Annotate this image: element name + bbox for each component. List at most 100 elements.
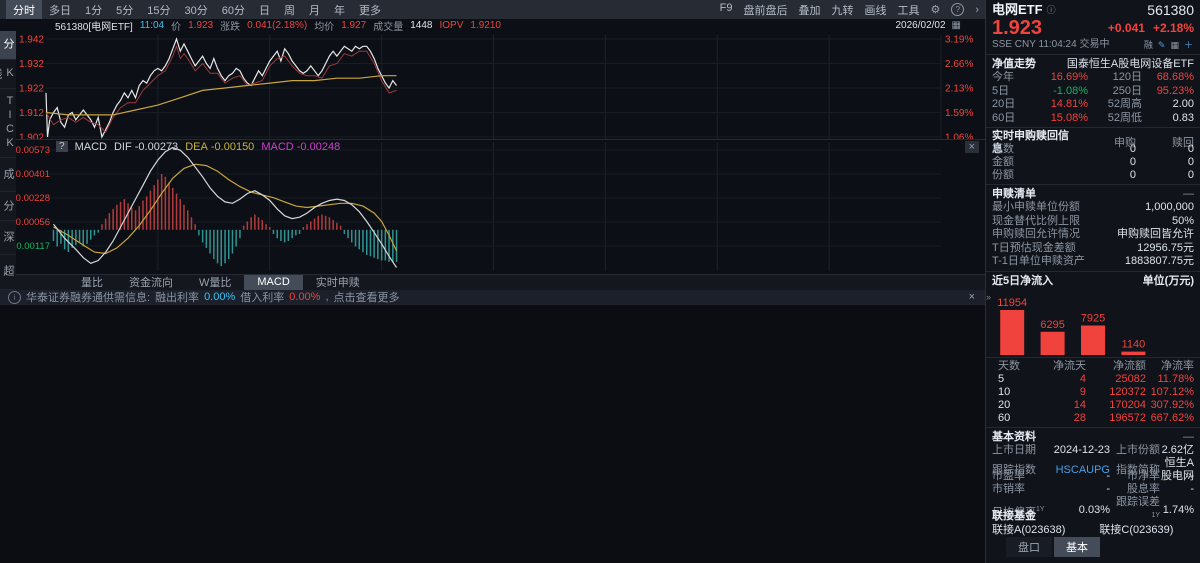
realtime-table: 笔数 0 0 金额 0 0 份额 0 0 [992,143,1194,182]
basic-info-table: 上市日期 2024-12-23 上市份额 2.62亿 跟踪指数 HSCAUPG 指数简称 恒生… [992,444,1194,519]
toolbar-item-叠加[interactable]: 叠加 [798,2,820,18]
info-icon: i [8,290,21,304]
panel-collapse-icon[interactable]: » [986,292,991,302]
avg-value: 1.927 [341,19,367,31]
intraday-chart[interactable]: 1.942 3.19% 1.932 2.66% 1.922 2.13% 1.912 1.59%… [16,31,985,139]
price-change: +0.041 +2.18% [1107,21,1194,35]
indicator-tab-MACD[interactable]: MACD [244,274,303,290]
sidebar-item-TICK[interactable]: TICK [0,89,16,159]
list-row: T日预估现金差额 12956.75元 [992,241,1194,254]
notice-more-link[interactable]: 点击查看更多 [334,289,400,305]
nav-return-row: 5日 -1.08% 250日 95.23% [992,84,1194,97]
svg-text:-0.00117: -0.00117 [16,241,50,252]
chevron-right-icon[interactable]: › [975,4,979,16]
period-tab-日[interactable]: 日 [252,0,277,20]
list-section-title: 申赎清单 [992,188,1036,200]
nav-return-row: 20日 14.81% 52周高 2.00 [992,98,1194,110]
toolbar-item-画线[interactable]: 画线 [864,2,886,18]
calendar-icon[interactable]: ▦ [952,20,961,31]
svg-text:0.00056: 0.00056 [16,217,50,228]
period-toolbar: 分时 多日 1分 5分 15分 30分 60分日周月年更多 F9 盘前盘后 叠加 九转 画线 工具 ⚙… [0,0,985,20]
macd-title: MACD [74,140,107,153]
sidebar-item-分价表[interactable]: 分价表 [0,192,16,222]
gear-icon[interactable]: ⚙ [930,3,940,16]
fund-full-name: 国泰恒生A股电网设备ETF [1066,58,1194,70]
basic-section-title: 基本资料 [992,431,1036,443]
macd-chart[interactable]: 0.00573 0.00401 0.00228 0.00056 -0.00117 [16,140,985,273]
svg-text:3.19%: 3.19% [945,35,973,46]
list-row: 申购赎回允许情况 申购赎回皆允许 [992,228,1194,240]
nav-return-row: 今年 16.69% 120日 68.68% [992,71,1194,83]
flow-table-row: 5 4 25082 11.78% [998,373,1194,385]
sidebar-item-深度资料[interactable]: 深度资料 [0,221,16,256]
basic-info-row: 日均偏离1Y 0.03% 跟踪误差1Y 1.74% [992,496,1194,519]
nav-returns-table: 今年 16.69% 120日 68.68% 5日 -1.08% 250日 95.23% 20日 1… [992,71,1194,125]
info-circle-icon[interactable]: ⓘ [1047,2,1056,18]
borrow-rate-value: 0.00% [289,291,321,303]
list-collapse-icon[interactable]: — [1183,187,1194,201]
lend-rate-value: 0.00% [204,291,236,303]
linked-fund-a[interactable]: 联接A(023638) [992,523,1065,537]
plus-icon[interactable]: ＋ [1183,38,1194,52]
toolbar-item-盘前盘后[interactable]: 盘前盘后 [743,2,787,18]
quote-infobar: 561380[电网ETF] 11:04 价 1.923 涨跌 0.041(2.1… [0,19,985,33]
flow-section-title: 近5日净流入 [992,274,1054,287]
basic-info-row: 跟踪指数 HSCAUPG 指数简称 恒生A股电网 [992,457,1194,482]
indicator-tab-量比[interactable]: 量比 [68,275,116,290]
macd-close-icon[interactable]: × [964,140,979,153]
realtime-row: 金额 0 0 [992,156,1194,168]
svg-text:6295: 6295 [1040,318,1064,330]
indicator-tab-W量比[interactable]: W量比 [186,275,244,290]
grid-icon[interactable]: ▦ [1169,38,1180,52]
indicator-tab-资金流向[interactable]: 资金流向 [116,275,186,290]
svg-text:7925: 7925 [1081,312,1105,324]
svg-text:11954: 11954 [997,297,1027,309]
linked-fund-c[interactable]: 联接C(023639) [1099,523,1173,537]
toolbar-item-工具[interactable]: 工具 [897,2,919,18]
fund-code: 561380 [1147,2,1194,18]
pencil-icon[interactable]: ✎ [1157,38,1167,52]
svg-text:2.13%: 2.13% [945,84,973,95]
period-tab-周[interactable]: 周 [277,0,302,20]
notice-close-icon[interactable]: × [965,291,979,303]
quote-time: 11:04 [139,19,165,31]
flow-table-row: 10 9 120372 107.12% [998,386,1194,398]
period-tab-30分[interactable]: 30分 [178,0,215,20]
price-value: 1.923 [188,19,214,31]
period-tab-分时[interactable]: 分时 [6,0,42,20]
chart-body: 分时图K线图TICK成交明细分价表深度资料超级复盘 1.942 3.19% 1.93… [0,31,985,290]
svg-text:1.942: 1.942 [19,35,44,46]
iopv-value: 1.9210 [470,19,501,31]
flow-table-header: 天数 净流天 净流额 净流率 [998,360,1194,372]
sidebar-item-分时图[interactable]: 分时图 [0,31,16,60]
help-icon[interactable]: ? [951,3,965,16]
macd-value-label: MACD -0.00248 [261,140,341,153]
toolbar-item-F9[interactable]: F9 [720,2,733,18]
panel-tab-基本[interactable]: 基本 [1054,537,1100,557]
last-price: 1.923 [992,17,1043,39]
sidebar-item-成交明细[interactable]: 成交明细 [0,158,16,193]
list-row: 现金替代比例上限 50% [992,214,1194,227]
toolbar-item-九转[interactable]: 九转 [831,2,853,18]
indicator-tab-实时申赎[interactable]: 实时申赎 [303,275,373,290]
svg-text:1.59%: 1.59% [945,108,973,119]
macd-help-icon[interactable]: ? [56,141,68,152]
chart-column: 1.942 3.19% 1.932 2.66% 1.922 2.13% 1.912 1.59%… [16,31,985,290]
notice-bar: i 华泰证券融券通供需信息: 融出利率 0.00% 借入利率 0.00% , 点… [0,289,985,305]
net-inflow-chart: 119541-2662951-2779251-2811401-29-22321-… [997,297,1146,355]
volume-value: 1448 [410,19,433,31]
notice-text: 华泰证券融券通供需信息: [26,292,151,304]
market-meta: SSE CNY 11:04:24 交易中 融 ✎ ▦ ＋ [992,38,1194,52]
fund-name: 电网ETF ⓘ [992,2,1056,18]
svg-text:0.00573: 0.00573 [16,145,50,156]
bottom-spacer [0,304,985,563]
panel-tabs: 盘口 基本 [992,537,1194,557]
period-tabs: 分时 多日 1分 5分 15分 30分 60分日周月年更多 [6,0,388,20]
lend-rate-label: 融出利率 [155,292,200,304]
basic-collapse-icon[interactable]: — [1183,430,1194,444]
svg-text:0.00401: 0.00401 [16,169,50,180]
realtime-row: 笔数 0 0 [992,143,1194,155]
panel-tab-盘口[interactable]: 盘口 [1006,537,1052,557]
sidebar-item-K线图[interactable]: K线图 [0,60,16,90]
sidebar-item-超级复盘[interactable]: 超级复盘 [0,255,16,290]
